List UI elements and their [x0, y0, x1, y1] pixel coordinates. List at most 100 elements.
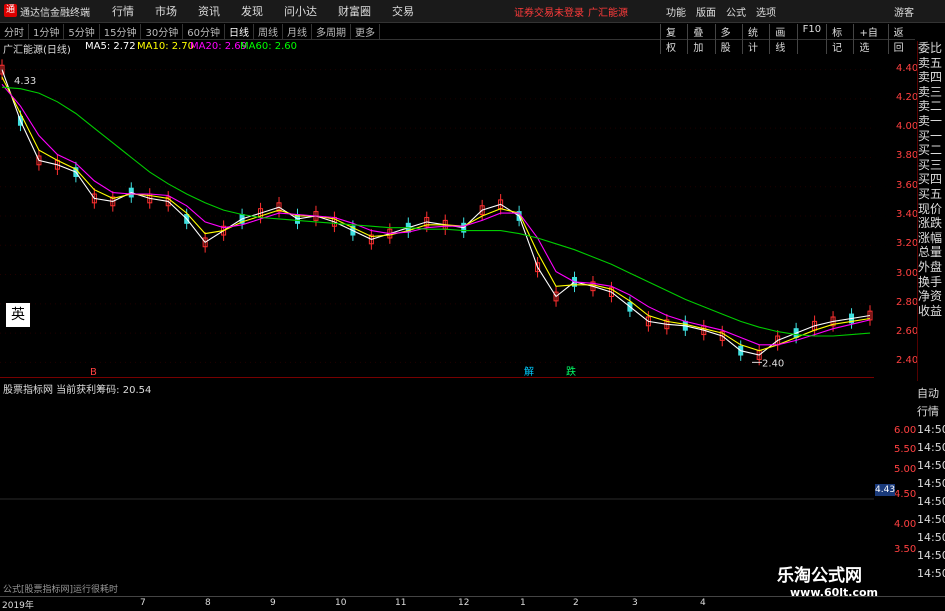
tab-weekly[interactable]: 周线	[254, 24, 283, 39]
low-annotation: 2.40	[762, 358, 784, 369]
ma-line-ma20	[1, 83, 871, 346]
price-tick-label: 4.00	[896, 121, 919, 133]
marker-0: B	[90, 367, 97, 377]
multi-stock-button[interactable]: 多股	[714, 24, 742, 54]
quote-field-label: 卖二	[918, 99, 943, 114]
formula-status: 公式[股票指标网]运行很耗时	[3, 585, 119, 595]
ma-line-ma60	[1, 86, 871, 337]
date-tick-label: 3	[632, 598, 638, 608]
guest-label[interactable]: 游客	[894, 4, 914, 19]
menu-discover[interactable]: 发现	[241, 3, 263, 19]
price-tick-label: 3.20	[896, 238, 919, 250]
date-tick-label: 8	[205, 598, 211, 608]
indicator-tick-label: 4.50	[894, 489, 917, 500]
marker-1: 解	[524, 365, 534, 377]
date-tick-label: 2019年	[2, 601, 34, 611]
tab-15min[interactable]: 15分钟	[100, 24, 142, 39]
price-tick-label: 4.40	[896, 62, 919, 74]
period-toolbar: 分时 1分钟 5分钟 15分钟 30分钟 60分钟 日线 周线 月线 多周期 更…	[0, 23, 915, 54]
date-tick-label: 12	[458, 598, 470, 608]
indicator-current-value: 4.43	[875, 484, 896, 496]
quote-panel: 委比 卖五 卖四 卖三 卖二 卖一 买一 买二 买三 买四 买五 现价 涨跌 涨幅 总量 外盘 换手 净资 收益	[917, 41, 945, 381]
quote-field-label: 卖一	[918, 113, 943, 128]
tab-60min[interactable]: 60分钟	[183, 24, 225, 39]
tick-item: 14:50	[917, 459, 945, 472]
chart-title: 广汇能源(日线)	[3, 45, 71, 56]
indicator-chart[interactable]	[0, 381, 874, 596]
quote-field-label: 卖三	[918, 84, 943, 99]
ma-line-ma10	[1, 76, 871, 352]
tick-item: 14:50	[917, 441, 945, 454]
date-tick-label: 1	[520, 598, 526, 608]
tab-intraday[interactable]: 分时	[0, 24, 29, 39]
add-watchlist-button[interactable]: +自选	[853, 24, 887, 54]
tick-item: 14:50	[917, 423, 945, 436]
overlay-button[interactable]: 叠加	[687, 24, 714, 54]
price-tick-label: 2.40	[896, 355, 919, 367]
login-notice[interactable]: 证券交易未登录	[514, 4, 584, 19]
menu-function[interactable]: 功能	[666, 4, 686, 19]
menu-market[interactable]: 市场	[155, 3, 177, 19]
tick-item: 14:50	[917, 567, 945, 580]
menu-ask[interactable]: 问小达	[284, 3, 317, 19]
menu-quotes[interactable]: 行情	[112, 3, 134, 19]
price-tick-label: 3.40	[896, 209, 919, 220]
indicator-tick-label: 6.00	[894, 425, 917, 436]
indicator-tick-label: 5.00	[894, 464, 917, 475]
tab-5min[interactable]: 5分钟	[64, 24, 100, 39]
tick-item: 14:50	[917, 549, 945, 562]
title-bar: 通 通达信金融终端 行情 市场 资讯 发现 问小达 财富圈 交易 证券交易未登录…	[0, 0, 945, 23]
tick-item: 14:50	[917, 531, 945, 544]
ma60-label: MA60: 2.60	[240, 41, 298, 52]
draw-line-button[interactable]: 画线	[769, 24, 796, 54]
tab-daily[interactable]: 日线	[225, 24, 254, 39]
ying-button[interactable]: 英	[6, 303, 30, 327]
quote-field-label: 买四	[918, 172, 943, 187]
quote-field-label: 卖五	[918, 55, 943, 70]
tick-item: 自动	[917, 387, 939, 400]
mark-button[interactable]: 标记	[826, 24, 853, 54]
tick-item: 14:50	[917, 477, 945, 490]
quote-field-label: 买一	[918, 128, 943, 143]
menu-wealth[interactable]: 财富圈	[338, 3, 371, 19]
menu-news[interactable]: 资讯	[198, 3, 220, 19]
price-tick-label: 4.20	[896, 91, 919, 103]
tab-30min[interactable]: 30分钟	[141, 24, 184, 39]
menu-trade[interactable]: 交易	[392, 3, 414, 19]
tab-1min[interactable]: 1分钟	[29, 24, 65, 39]
tick-item: 14:50	[917, 495, 945, 508]
quote-field-label: 卖四	[918, 70, 943, 85]
f10-button[interactable]: F10	[796, 24, 826, 54]
price-chart[interactable]: 4.33 2.40 B 解 跌	[0, 55, 874, 377]
watermark-url: www.60lt.com	[790, 586, 879, 599]
marker-2: 跌	[566, 365, 576, 377]
menu-layout[interactable]: 版面	[696, 4, 716, 19]
date-tick-label: 11	[395, 598, 407, 608]
high-annotation: 4.33	[14, 76, 36, 87]
price-tick-label: 3.80	[896, 150, 919, 162]
tab-monthly[interactable]: 月线	[283, 24, 312, 39]
tab-more[interactable]: 更多	[351, 24, 380, 39]
tick-item: 行情	[917, 405, 939, 418]
price-tick-label: 3.60	[896, 179, 919, 191]
ma20-label: MA20: 2.69	[190, 41, 248, 52]
menu-formula[interactable]: 公式	[726, 4, 746, 19]
quote-field-label: 现价	[918, 201, 943, 216]
tab-multi-period[interactable]: 多周期	[312, 24, 351, 39]
quote-field-label: 涨幅	[918, 230, 943, 245]
indicator-tick-label: 4.00	[894, 519, 917, 530]
indicator-tick-label: 3.50	[894, 544, 917, 555]
quote-field-label: 外盘	[918, 259, 943, 274]
restore-rights-button[interactable]: 复权	[660, 24, 687, 54]
indicator-tick-label: 5.50	[894, 444, 917, 455]
ma-line-ma5	[1, 69, 871, 356]
ma10-label: MA10: 2.70	[137, 41, 195, 52]
right-menu: 功能 版面 公式 选项	[666, 4, 786, 19]
quote-field-label: 净资	[918, 289, 943, 304]
quote-field-label: 买二	[918, 143, 943, 158]
quote-field-label: 买三	[918, 157, 943, 172]
statistics-button[interactable]: 统计	[741, 24, 769, 54]
menu-options[interactable]: 选项	[756, 4, 776, 19]
back-button[interactable]: 返回	[887, 24, 915, 54]
price-tick-label: 3.00	[896, 267, 919, 279]
